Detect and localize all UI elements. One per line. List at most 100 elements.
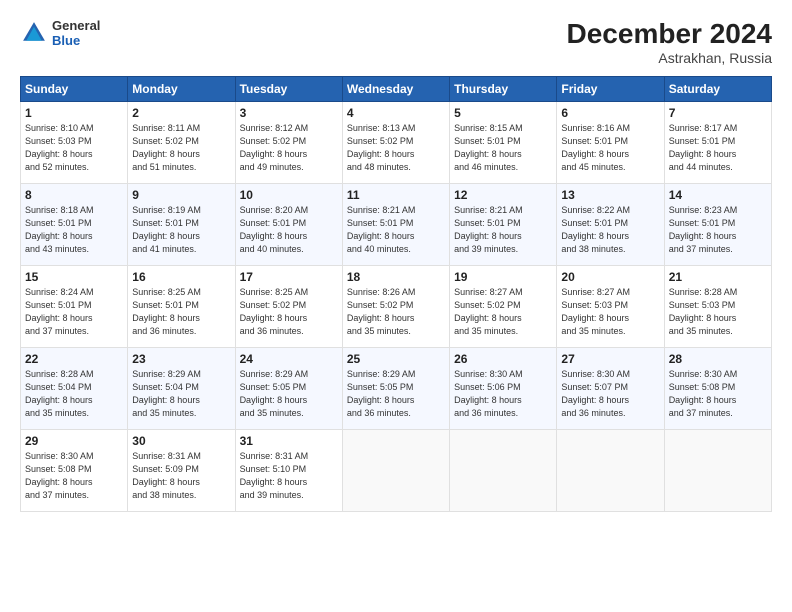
day-number: 24 [240,352,338,366]
logo: General Blue [20,18,100,48]
calendar-cell: 26Sunrise: 8:30 AMSunset: 5:06 PMDayligh… [450,348,557,430]
day-number: 25 [347,352,445,366]
calendar-cell: 3Sunrise: 8:12 AMSunset: 5:02 PMDaylight… [235,102,342,184]
day-info: Sunrise: 8:25 AMSunset: 5:02 PMDaylight:… [240,286,338,338]
calendar-cell: 20 Sunrise: 8:27 AMSunset: 5:03 PMDayligh… [557,266,664,348]
day-number: 11 [347,188,445,202]
calendar-cell: 24 Sunrise: 8:29 AMSunset: 5:05 PMDayligh… [235,348,342,430]
calendar-cell: 10Sunrise: 8:20 AMSunset: 5:01 PMDayligh… [235,184,342,266]
calendar-cell: 15 Sunrise: 8:24 AMSunset: 5:01 PMDayligh… [21,266,128,348]
calendar-cell: 31 Sunrise: 8:31 AMSunset: 5:10 PMDayligh… [235,430,342,512]
calendar-cell [557,430,664,512]
day-number: 2 [132,106,230,120]
col-friday: Friday [557,77,664,102]
calendar-cell: 16 Sunrise: 8:25 AMSunset: 5:01 PMDayligh… [128,266,235,348]
calendar-cell: 12 Sunrise: 8:21 AMSunset: 5:01 PMDayligh… [450,184,557,266]
calendar-body: 1 Sunrise: 8:10 AMSunset: 5:03 PMDaylight… [21,102,772,512]
calendar-cell: 17 Sunrise: 8:25 AMSunset: 5:02 PMDayligh… [235,266,342,348]
calendar-cell: 27Sunrise: 8:30 AMSunset: 5:07 PMDayligh… [557,348,664,430]
calendar-cell: 21 Sunrise: 8:28 AMSunset: 5:03 PMDayligh… [664,266,771,348]
col-thursday: Thursday [450,77,557,102]
calendar-cell: 7 Sunrise: 8:17 AMSunset: 5:01 PMDaylight… [664,102,771,184]
calendar-cell: 25Sunrise: 8:29 AMSunset: 5:05 PMDayligh… [342,348,449,430]
day-info: Sunrise: 8:28 AMSunset: 5:04 PMDaylight:… [25,368,123,420]
calendar-cell: 13Sunrise: 8:22 AMSunset: 5:01 PMDayligh… [557,184,664,266]
day-info: Sunrise: 8:26 AMSunset: 5:02 PMDaylight:… [347,286,445,338]
calendar-cell: 29 Sunrise: 8:30 AMSunset: 5:08 PMDayligh… [21,430,128,512]
day-number: 17 [240,270,338,284]
day-number: 15 [25,270,123,284]
day-info: Sunrise: 8:24 AMSunset: 5:01 PMDaylight:… [25,286,123,338]
day-number: 1 [25,106,123,120]
calendar-week-3: 15 Sunrise: 8:24 AMSunset: 5:01 PMDayligh… [21,266,772,348]
day-info: Sunrise: 8:21 AMSunset: 5:01 PMDaylight:… [347,204,445,256]
day-info: Sunrise: 8:25 AMSunset: 5:01 PMDaylight:… [132,286,230,338]
day-info: Sunrise: 8:11 AMSunset: 5:02 PMDaylight:… [132,122,230,174]
day-number: 29 [25,434,123,448]
day-number: 20 [561,270,659,284]
calendar-cell: 22 Sunrise: 8:28 AMSunset: 5:04 PMDayligh… [21,348,128,430]
day-info: Sunrise: 8:31 AMSunset: 5:10 PMDaylight:… [240,450,338,502]
col-saturday: Saturday [664,77,771,102]
calendar-cell [450,430,557,512]
day-info: Sunrise: 8:28 AMSunset: 5:03 PMDaylight:… [669,286,767,338]
col-tuesday: Tuesday [235,77,342,102]
calendar-cell: 1 Sunrise: 8:10 AMSunset: 5:03 PMDaylight… [21,102,128,184]
calendar-cell: 18 Sunrise: 8:26 AMSunset: 5:02 PMDayligh… [342,266,449,348]
day-info: Sunrise: 8:29 AMSunset: 5:04 PMDaylight:… [132,368,230,420]
day-info: Sunrise: 8:29 AMSunset: 5:05 PMDaylight:… [240,368,338,420]
day-number: 22 [25,352,123,366]
day-number: 7 [669,106,767,120]
calendar-cell [342,430,449,512]
day-number: 14 [669,188,767,202]
calendar-cell: 28Sunrise: 8:30 AMSunset: 5:08 PMDayligh… [664,348,771,430]
day-info: Sunrise: 8:10 AMSunset: 5:03 PMDaylight:… [25,122,123,174]
day-number: 16 [132,270,230,284]
day-info: Sunrise: 8:21 AMSunset: 5:01 PMDaylight:… [454,204,552,256]
calendar-cell: 19 Sunrise: 8:27 AMSunset: 5:02 PMDayligh… [450,266,557,348]
col-sunday: Sunday [21,77,128,102]
calendar-week-1: 1 Sunrise: 8:10 AMSunset: 5:03 PMDaylight… [21,102,772,184]
col-monday: Monday [128,77,235,102]
day-info: Sunrise: 8:31 AMSunset: 5:09 PMDaylight:… [132,450,230,502]
calendar-cell: 6 Sunrise: 8:16 AMSunset: 5:01 PMDaylight… [557,102,664,184]
day-number: 18 [347,270,445,284]
day-number: 10 [240,188,338,202]
day-number: 4 [347,106,445,120]
weekday-row: Sunday Monday Tuesday Wednesday Thursday… [21,77,772,102]
logo-general: General [52,18,100,33]
day-info: Sunrise: 8:27 AMSunset: 5:02 PMDaylight:… [454,286,552,338]
month-title: December 2024 [567,18,772,50]
day-info: Sunrise: 8:22 AMSunset: 5:01 PMDaylight:… [561,204,659,256]
day-number: 3 [240,106,338,120]
col-wednesday: Wednesday [342,77,449,102]
day-info: Sunrise: 8:15 AMSunset: 5:01 PMDaylight:… [454,122,552,174]
day-info: Sunrise: 8:19 AMSunset: 5:01 PMDaylight:… [132,204,230,256]
calendar-cell: 8Sunrise: 8:18 AMSunset: 5:01 PMDaylight… [21,184,128,266]
calendar-cell: 30Sunrise: 8:31 AMSunset: 5:09 PMDayligh… [128,430,235,512]
calendar-cell: 14 Sunrise: 8:23 AMSunset: 5:01 PMDayligh… [664,184,771,266]
day-info: Sunrise: 8:23 AMSunset: 5:01 PMDaylight:… [669,204,767,256]
day-number: 31 [240,434,338,448]
day-number: 8 [25,188,123,202]
day-info: Sunrise: 8:13 AMSunset: 5:02 PMDaylight:… [347,122,445,174]
day-info: Sunrise: 8:27 AMSunset: 5:03 PMDaylight:… [561,286,659,338]
title-block: December 2024 Astrakhan, Russia [567,18,772,66]
calendar-cell: 4 Sunrise: 8:13 AMSunset: 5:02 PMDaylight… [342,102,449,184]
calendar-week-2: 8Sunrise: 8:18 AMSunset: 5:01 PMDaylight… [21,184,772,266]
day-number: 12 [454,188,552,202]
logo-text: General Blue [52,18,100,48]
day-info: Sunrise: 8:16 AMSunset: 5:01 PMDaylight:… [561,122,659,174]
logo-icon [20,19,48,47]
day-number: 23 [132,352,230,366]
day-info: Sunrise: 8:30 AMSunset: 5:08 PMDaylight:… [25,450,123,502]
day-number: 21 [669,270,767,284]
day-number: 19 [454,270,552,284]
calendar-cell: 23 Sunrise: 8:29 AMSunset: 5:04 PMDayligh… [128,348,235,430]
day-number: 27 [561,352,659,366]
day-number: 6 [561,106,659,120]
logo-blue: Blue [52,33,100,48]
calendar-cell: 5Sunrise: 8:15 AMSunset: 5:01 PMDaylight… [450,102,557,184]
calendar: Sunday Monday Tuesday Wednesday Thursday… [20,76,772,512]
day-info: Sunrise: 8:17 AMSunset: 5:01 PMDaylight:… [669,122,767,174]
